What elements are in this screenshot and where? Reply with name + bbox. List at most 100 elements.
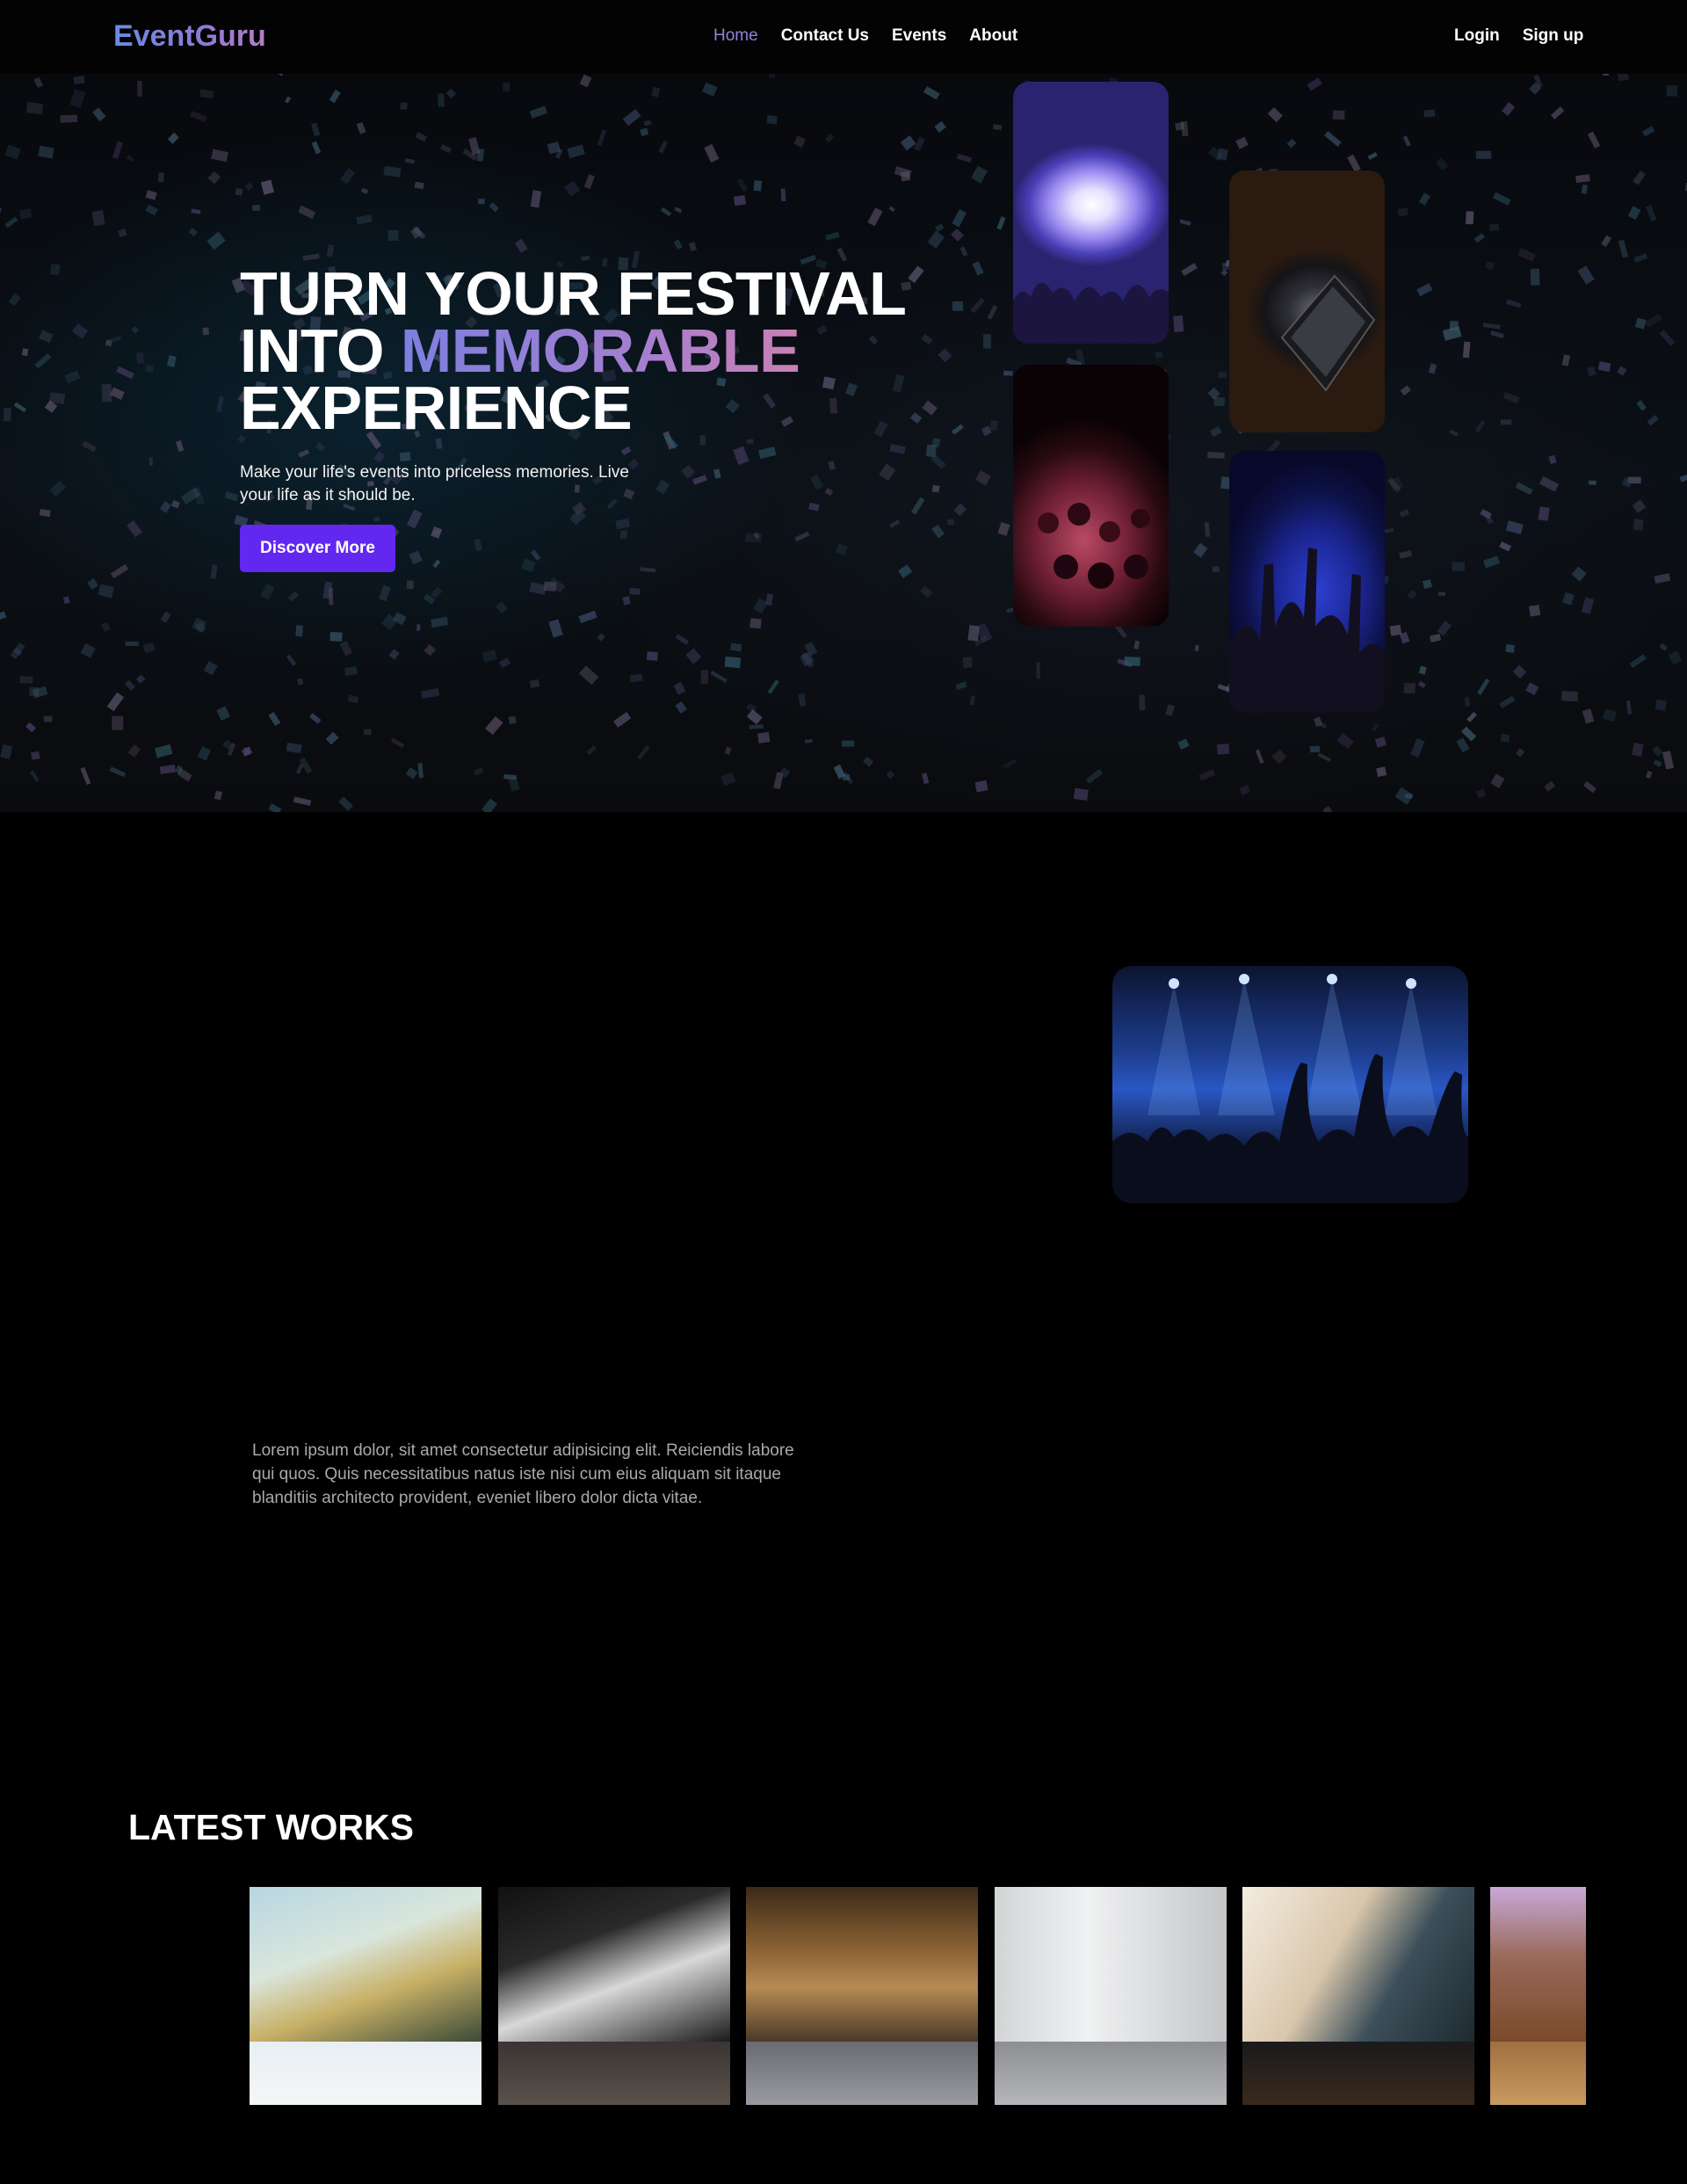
confetti-piece [1399,550,1413,559]
confetti-piece [440,144,452,154]
confetti-piece [736,178,749,192]
confetti-piece [347,694,359,704]
work-item-1[interactable] [250,1887,481,2105]
confetti-piece [1659,330,1676,346]
work-item-3[interactable] [746,1887,978,2105]
confetti-piece [1625,700,1633,715]
confetti-piece [199,89,214,99]
confetti-piece [1618,239,1629,258]
confetti-piece [1124,657,1140,666]
confetti-piece [1562,591,1575,606]
confetti-piece [158,172,164,183]
work-item-6[interactable] [1490,1887,1586,2105]
confetti-piece [1003,758,1017,769]
confetti-piece [898,564,913,578]
confetti-piece [383,165,402,178]
confetti-piece [1477,678,1490,695]
confetti-piece [681,464,696,479]
confetti-piece [674,207,683,214]
confetti-piece [597,129,607,147]
confetti-piece [1500,734,1510,743]
confetti-piece [946,519,954,526]
confetti-piece [921,773,930,785]
confetti-piece [597,633,605,642]
signup-link[interactable]: Sign up [1523,26,1584,46]
latest-works-gallery [250,1887,1586,2105]
hero-subtitle: Make your life's events into priceless m… [240,463,629,504]
confetti-piece [746,709,763,725]
confetti-piece [98,584,114,599]
work-item-2[interactable] [498,1887,730,2105]
confetti-piece [749,618,762,629]
confetti-piece [39,330,54,344]
confetti-piece [1473,233,1485,243]
confetti-piece [1194,645,1199,651]
confetti-piece [116,366,134,380]
confetti-piece [1571,566,1587,582]
confetti-piece [416,624,421,631]
confetti-piece [1617,366,1627,376]
work-image-3-reflection [746,2042,978,2105]
confetti-piece [769,74,776,78]
confetti-piece [445,88,456,98]
confetti-piece [1462,341,1471,359]
work-image-4-reflection [995,2042,1227,2105]
login-link[interactable]: Login [1454,26,1500,46]
confetti-piece [388,649,400,660]
confetti-piece [1483,555,1500,569]
confetti-piece [935,223,945,232]
confetti-piece [629,673,643,683]
confetti-piece [952,208,967,228]
confetti-piece [339,641,352,657]
confetti-piece [1181,263,1198,276]
discover-more-button[interactable]: Discover More [240,525,395,572]
confetti-piece [378,584,391,602]
confetti-piece [1430,634,1442,642]
work-image-3 [746,1887,978,2042]
confetti-piece [583,174,595,190]
logo[interactable]: EventGuru [113,19,266,54]
confetti-piece [34,352,52,369]
confetti-piece [1394,787,1414,805]
confetti-piece [992,124,1003,131]
confetti-piece [622,109,641,127]
confetti-piece [675,634,690,645]
work-image-4 [995,1887,1227,2042]
confetti-piece [530,190,542,208]
confetti-piece [1581,597,1595,615]
confetti-piece [1618,74,1630,82]
confetti-piece [154,744,173,758]
nav-link-contact[interactable]: Contact Us [781,26,869,46]
confetti-piece [1218,371,1227,379]
confetti-piece [955,681,967,691]
hands-graphic [1229,548,1385,713]
confetti-piece [1589,480,1596,485]
nav-link-events[interactable]: Events [892,26,946,46]
confetti-piece [1177,738,1190,751]
confetti-piece [1659,642,1668,651]
confetti-piece [1198,769,1216,781]
nav-link-about[interactable]: About [969,26,1017,46]
nav-link-home[interactable]: Home [713,26,758,46]
confetti-piece [244,182,254,192]
confetti-piece [10,642,25,660]
confetti-piece [1666,85,1678,97]
confetti-piece [529,582,547,595]
work-item-5[interactable] [1242,1887,1474,2105]
confetti-piece [414,181,424,190]
confetti-piece [499,657,511,669]
confetti-piece [404,158,415,164]
confetti-piece [640,567,656,573]
confetti-piece [91,210,105,227]
confetti-piece [1003,370,1013,376]
confetti-piece [1632,499,1647,513]
confetti-piece [131,326,139,334]
confetti-piece [80,642,96,658]
confetti-piece [287,591,300,602]
work-item-4[interactable] [995,1887,1227,2105]
confetti-piece [267,74,287,76]
confetti-piece [637,744,650,760]
confetti-piece [211,149,228,163]
confetti-piece [0,611,7,621]
confetti-piece [0,206,2,223]
